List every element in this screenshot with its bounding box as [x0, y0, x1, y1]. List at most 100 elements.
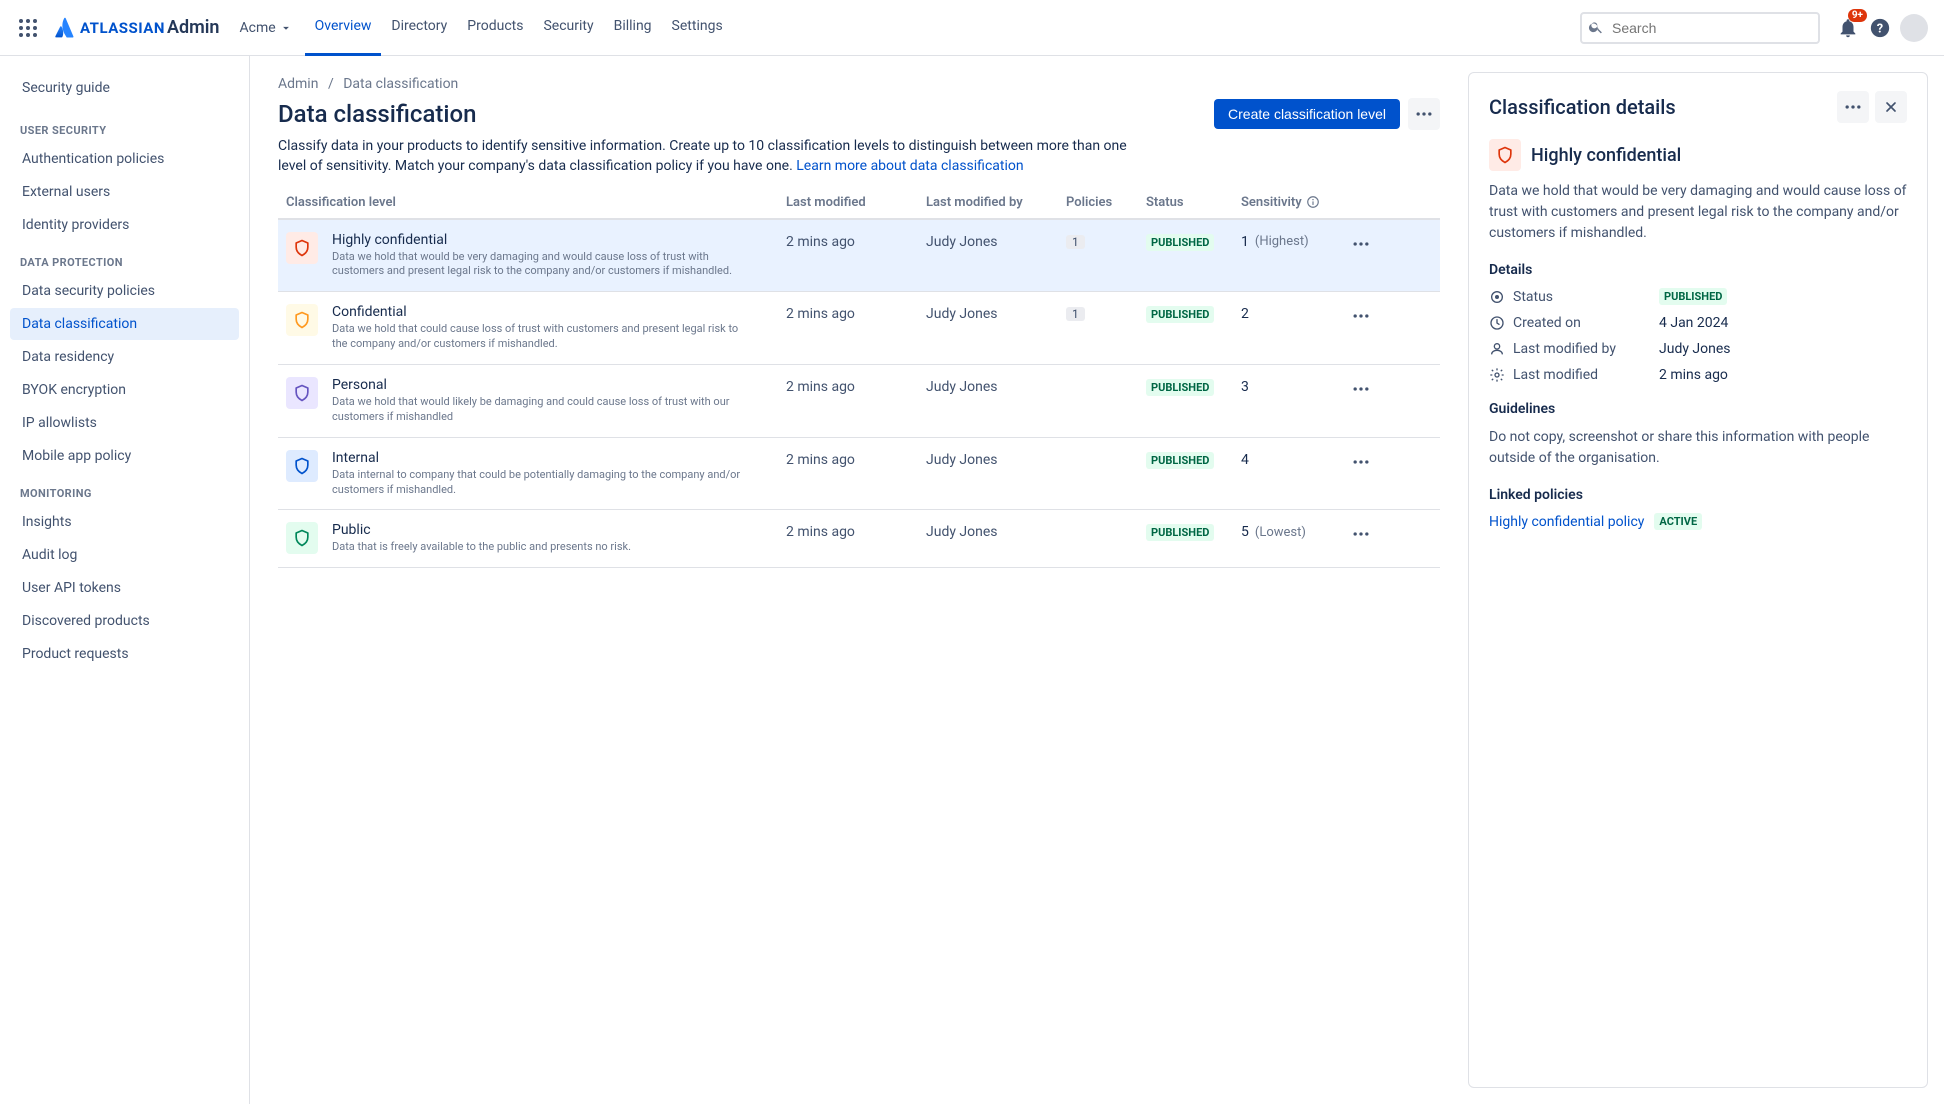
cell-status: PUBLISHED — [1146, 450, 1241, 469]
row-more-button[interactable] — [1351, 232, 1391, 254]
cell-sensitivity: 5(Lowest) — [1241, 522, 1351, 540]
cell-status: PUBLISHED — [1146, 522, 1241, 541]
sidebar-item-insights[interactable]: Insights — [10, 506, 239, 538]
sidebar-item-external-users[interactable]: External users — [10, 176, 239, 208]
row-more-button[interactable] — [1351, 450, 1391, 472]
panel-more-button[interactable] — [1837, 91, 1869, 123]
search-icon — [1588, 19, 1604, 35]
row-more-button[interactable] — [1351, 377, 1391, 399]
shield-icon — [286, 522, 318, 554]
more-horizontal-icon — [1351, 452, 1371, 472]
main-content: Admin / Data classification Data classif… — [250, 56, 1468, 1104]
level-desc: Data we hold that would be very damaging… — [332, 250, 752, 280]
level-desc: Data we hold that would likely be damagi… — [332, 395, 752, 425]
level-name: Personal — [332, 377, 752, 393]
table-row[interactable]: InternalData internal to company that co… — [278, 438, 1440, 511]
cell-by: Judy Jones — [926, 304, 1066, 322]
more-horizontal-icon — [1351, 524, 1371, 544]
sidebar-item-user-api-tokens[interactable]: User API tokens — [10, 572, 239, 604]
sidebar-group-title: USER SECURITY — [10, 110, 239, 143]
cell-modified: 2 mins ago — [786, 450, 926, 468]
cell-policies — [1066, 450, 1146, 452]
more-horizontal-icon — [1843, 97, 1863, 117]
col-policies: Policies — [1066, 195, 1146, 210]
linked-policies-heading: Linked policies — [1489, 487, 1907, 503]
table-row[interactable]: PublicData that is freely available to t… — [278, 510, 1440, 568]
linked-policy-link[interactable]: Highly confidential policy — [1489, 514, 1644, 530]
cell-sensitivity: 1(Highest) — [1241, 232, 1351, 250]
page-title: Data classification — [278, 100, 476, 128]
sidebar-item-ip-allowlists[interactable]: IP allowlists — [10, 407, 239, 439]
user-avatar[interactable] — [1900, 14, 1928, 42]
atlassian-logo[interactable]: ATLASSIAN Admin — [54, 16, 219, 40]
search-input[interactable] — [1580, 12, 1820, 44]
col-by: Last modified by — [926, 195, 1066, 210]
level-name: Public — [332, 522, 631, 538]
nav-tab-overview[interactable]: Overview — [305, 0, 382, 56]
cell-by: Judy Jones — [926, 522, 1066, 540]
sidebar-item-identity-providers[interactable]: Identity providers — [10, 209, 239, 241]
learn-more-link[interactable]: Learn more about data classification — [796, 158, 1023, 174]
panel-level-name: Highly confidential — [1531, 145, 1681, 166]
sidebar-item-byok-encryption[interactable]: BYOK encryption — [10, 374, 239, 406]
sidebar-item-data-security-policies[interactable]: Data security policies — [10, 275, 239, 307]
col-sensitivity: Sensitivity — [1241, 195, 1351, 210]
sidebar-item-data-residency[interactable]: Data residency — [10, 341, 239, 373]
nav-tabs: OverviewDirectoryProductsSecurityBilling… — [305, 0, 733, 56]
org-switcher[interactable]: Acme — [239, 20, 292, 36]
cell-policies: 1 — [1066, 304, 1146, 322]
sidebar-item-audit-log[interactable]: Audit log — [10, 539, 239, 571]
more-horizontal-icon — [1351, 306, 1371, 326]
org-name: Acme — [239, 20, 275, 36]
sidebar-group-title: MONITORING — [10, 473, 239, 506]
nav-tab-products[interactable]: Products — [457, 0, 533, 56]
sidebar-item-security-guide[interactable]: Security guide — [10, 72, 239, 104]
col-modified: Last modified — [786, 195, 926, 210]
app-switcher-icon[interactable] — [16, 16, 40, 40]
col-level: Classification level — [286, 195, 786, 210]
guidelines-text: Do not copy, screenshot or share this in… — [1489, 427, 1907, 469]
cell-status: PUBLISHED — [1146, 377, 1241, 396]
table-row[interactable]: Personal Data we hold that would likely b… — [278, 365, 1440, 438]
cell-modified: 2 mins ago — [786, 522, 926, 540]
info-icon[interactable] — [1306, 195, 1320, 209]
cell-status: PUBLISHED — [1146, 232, 1241, 251]
panel-modified-by: Judy Jones — [1659, 341, 1731, 357]
level-name: Internal — [332, 450, 752, 466]
breadcrumb-root[interactable]: Admin — [278, 76, 318, 92]
create-level-button[interactable]: Create classification level — [1214, 99, 1400, 129]
sidebar-item-authentication-policies[interactable]: Authentication policies — [10, 143, 239, 175]
sidebar-item-product-requests[interactable]: Product requests — [10, 638, 239, 670]
gear-icon — [1489, 367, 1505, 383]
page-description: Classify data in your products to identi… — [278, 136, 1148, 177]
page-more-button[interactable] — [1408, 98, 1440, 130]
status-icon — [1489, 289, 1505, 305]
search-box — [1580, 12, 1820, 44]
nav-tab-settings[interactable]: Settings — [662, 0, 733, 56]
sidebar-item-discovered-products[interactable]: Discovered products — [10, 605, 239, 637]
shield-icon — [286, 304, 318, 336]
more-horizontal-icon — [1351, 234, 1371, 254]
table-row[interactable]: Highly confidentialData we hold that wou… — [278, 220, 1440, 293]
nav-tab-directory[interactable]: Directory — [381, 0, 457, 56]
table-row[interactable]: ConfidentialData we hold that could caus… — [278, 292, 1440, 365]
help-button[interactable]: ? — [1864, 12, 1896, 44]
row-more-button[interactable] — [1351, 522, 1391, 544]
shield-icon — [286, 377, 318, 409]
notifications-button[interactable]: 9+ — [1832, 12, 1864, 44]
linked-policy-status: ACTIVE — [1654, 513, 1702, 530]
guidelines-heading: Guidelines — [1489, 401, 1907, 417]
row-more-button[interactable] — [1351, 304, 1391, 326]
sidebar-item-mobile-app-policy[interactable]: Mobile app policy — [10, 440, 239, 472]
panel-last-modified: 2 mins ago — [1659, 367, 1728, 383]
panel-close-button[interactable] — [1875, 91, 1907, 123]
cell-status: PUBLISHED — [1146, 304, 1241, 323]
cell-modified: 2 mins ago — [786, 377, 926, 395]
cell-policies: 1 — [1066, 232, 1146, 250]
sidebar-item-data-classification[interactable]: Data classification — [10, 308, 239, 340]
clock-icon — [1489, 315, 1505, 331]
cell-sensitivity: 3 — [1241, 377, 1351, 395]
cell-policies — [1066, 522, 1146, 524]
nav-tab-billing[interactable]: Billing — [604, 0, 662, 56]
nav-tab-security[interactable]: Security — [533, 0, 603, 56]
